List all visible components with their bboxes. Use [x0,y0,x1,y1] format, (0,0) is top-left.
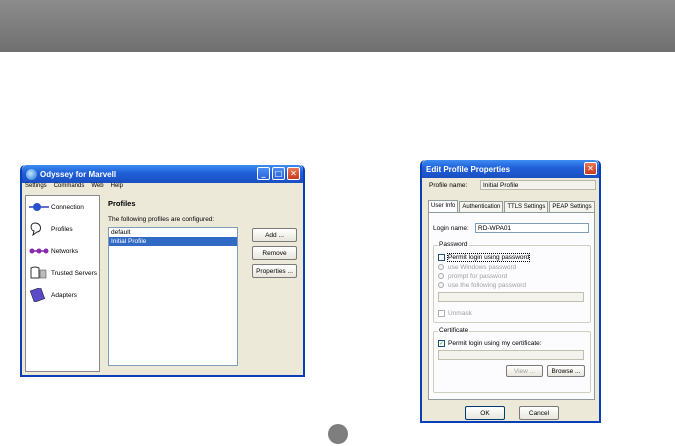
sidebar-label: Connection [51,203,84,211]
use-windows-radio[interactable] [438,264,444,270]
ok-button[interactable]: OK [465,406,505,420]
menu-help[interactable]: Help [111,183,123,193]
sidebar-label: Networks [51,247,79,255]
permit-password-checkbox[interactable] [438,254,445,261]
odyssey-title: Odyssey for Marvell [40,169,117,179]
login-name-value: RD-WPA01 [478,225,512,232]
use-following-radio[interactable] [438,282,444,288]
trusted-servers-icon [29,266,49,280]
permit-password-label: Permit login using password [446,253,531,262]
view-button[interactable]: View ... [506,365,543,377]
prompt-password-label: prompt for password [448,273,508,280]
menu-web[interactable]: Web [91,183,103,193]
sidebar-label: Profiles [51,225,73,233]
sidebar: Connection Profiles Networks Trusted Ser… [25,195,100,372]
sidebar-item-trusted-servers[interactable]: Trusted Servers [29,265,97,281]
menu-commands[interactable]: Commands [54,183,85,193]
certificate-group-label: Certificate [438,327,470,334]
properties-button[interactable]: Properties ... [252,264,297,278]
permit-cert-checkbox[interactable]: ✓ [438,340,445,347]
profile-name-value: Initial Profile [483,182,519,189]
sidebar-item-adapters[interactable]: Adapters [29,286,78,303]
minimize-icon[interactable]: _ [257,167,270,180]
unmask-checkbox[interactable] [438,310,445,317]
networks-icon [29,244,49,258]
list-item[interactable]: Initial Profile [109,237,237,246]
edit-profile-dialog: Edit Profile Properties ✕ Profile name: … [420,160,601,423]
sidebar-label: Trusted Servers [51,269,97,277]
odyssey-window: Odyssey for Marvell _ □ ✕ Settings Comma… [20,165,305,377]
profiles-icon [29,222,49,237]
tab-ttls-settings[interactable]: TTLS Settings [504,201,549,212]
sidebar-item-connection[interactable]: Connection [29,199,84,215]
manual-page: Odyssey for Marvell _ □ ✕ Settings Comma… [0,0,675,446]
page-marker [328,424,348,444]
tab-strip: User Info Authentication TTLS Settings P… [428,200,596,212]
permit-cert-label: Permit login using my certificate: [448,340,542,347]
profiles-list[interactable]: default Initial Profile [108,227,238,366]
connection-icon [29,200,49,214]
password-input[interactable] [438,292,584,302]
sidebar-item-profiles[interactable]: Profiles [29,221,73,237]
panel-caption: The following profiles are configured: [108,216,215,223]
use-following-label: use the following password [448,282,527,289]
certificate-field [438,350,584,360]
use-windows-label: use Windows password [448,264,517,271]
remove-button[interactable]: Remove [252,246,297,260]
prompt-password-radio[interactable] [438,273,444,279]
login-name-input[interactable]: RD-WPA01 [475,223,589,233]
odyssey-logo-icon [26,168,37,180]
unmask-label: Unmask [448,310,472,317]
cancel-button[interactable]: Cancel [519,406,559,420]
sidebar-item-networks[interactable]: Networks [29,243,78,259]
edit-profile-title: Edit Profile Properties [426,164,511,174]
menu-settings[interactable]: Settings [25,183,47,193]
password-group-label: Password [438,241,469,248]
certificate-group: Certificate ✓ Permit login using my cert… [433,327,591,393]
tab-user-info[interactable]: User Info [428,200,459,212]
panel-heading: Profiles [108,199,136,208]
header-band [0,0,675,52]
close-icon[interactable]: ✕ [584,162,597,175]
login-name-label: Login name: [433,225,469,232]
list-item[interactable]: default [109,228,237,237]
add-button[interactable]: Add ... [252,228,297,242]
profile-name-field: Initial Profile [480,180,596,190]
profiles-panel: Profiles The following profiles are conf… [104,195,301,372]
maximize-icon[interactable]: □ [272,167,285,180]
password-group: Password Permit login using password use… [433,241,591,323]
browse-button[interactable]: Browse ... [547,365,585,377]
tab-peap-settings[interactable]: PEAP Settings [549,201,595,212]
edit-profile-title-bar[interactable]: Edit Profile Properties [422,160,599,178]
profile-name-label: Profile name: [429,182,468,189]
tab-authentication[interactable]: Authentication [459,201,504,212]
adapter-card-icon [29,286,49,303]
sidebar-label: Adapters [51,291,78,299]
user-info-panel: Login name: RD-WPA01 Password Permit log… [428,212,595,400]
close-icon[interactable]: ✕ [287,167,300,180]
menu-bar: Settings Commands Web Help [22,183,303,193]
